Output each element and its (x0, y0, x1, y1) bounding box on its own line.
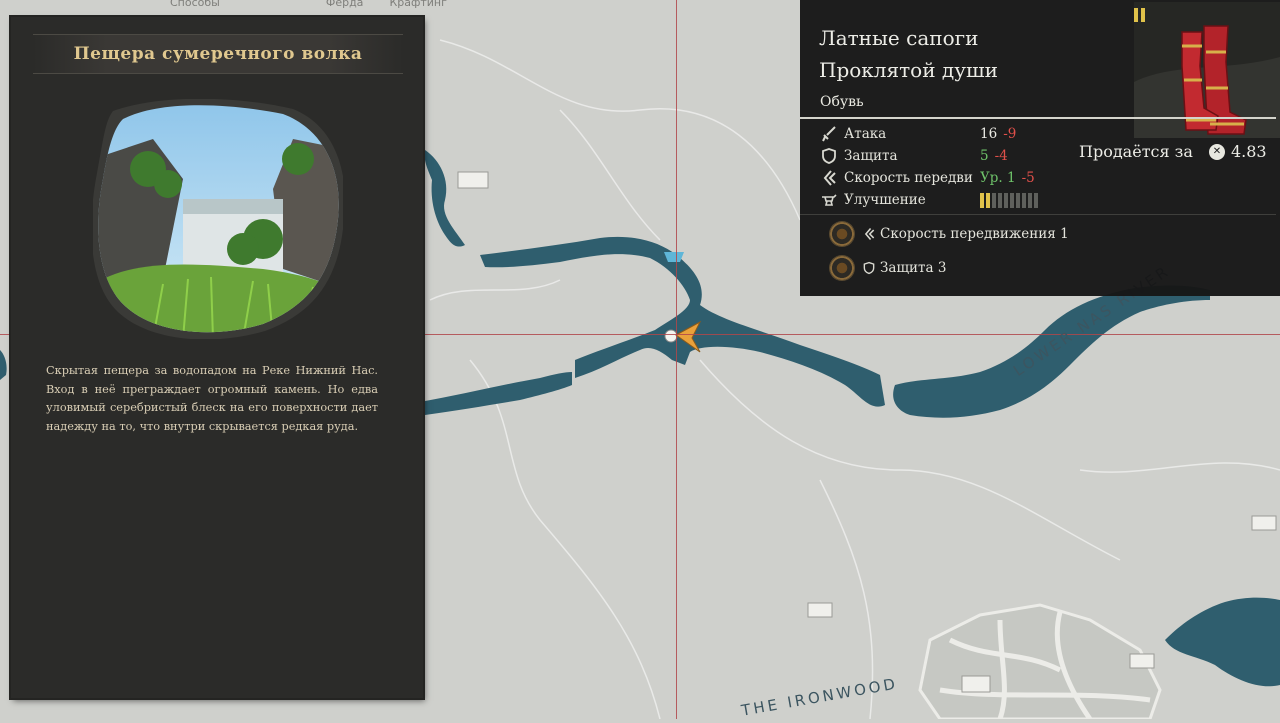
sell-price-value: 4.83 (1230, 142, 1267, 161)
shield-icon (822, 148, 836, 164)
upgrade-segment (1004, 192, 1008, 208)
item-category: Обувь (820, 94, 864, 110)
stat-row-upgrade: Улучшение (820, 190, 1038, 210)
coin-icon: ✕ (1208, 143, 1225, 160)
upgrade-segment (1028, 192, 1032, 208)
stat-delta: -4 (994, 148, 1008, 164)
location-info-panel: Пещера сумеречного волка Скрытая пещера … (11, 17, 423, 698)
stat-value: 5 (980, 148, 989, 164)
location-title-bar: Пещера сумеречного волка (33, 34, 403, 74)
upgrade-segment (1010, 192, 1014, 208)
stat-row-speed: Скорость передви Ур. 1 -5 (820, 168, 1035, 188)
boot-speed-icon (864, 228, 875, 240)
pause-icon[interactable] (1133, 7, 1147, 23)
crosshair-vertical (676, 0, 677, 719)
item-name-line2: Проклятой души (819, 58, 998, 82)
sell-label: Продаётся за (1079, 142, 1193, 161)
stat-delta: -9 (1003, 126, 1017, 142)
upgrade-segment (998, 192, 1002, 208)
item-name-line1: Латные сапоги (819, 26, 979, 50)
item-name: Латные сапоги Проклятой души (819, 22, 1139, 86)
upgrade-level-bar (980, 192, 1038, 208)
top-nav-item[interactable]: Ферда (326, 0, 364, 9)
location-description: Скрытая пещера за водопадом на Реке Нижн… (46, 364, 378, 433)
stat-label: Защита (844, 148, 898, 164)
perk-badge-icon (830, 256, 854, 280)
sword-icon (822, 126, 836, 142)
location-title: Пещера сумеречного волка (73, 44, 363, 64)
perk-badge-icon (830, 222, 854, 246)
perk-defense[interactable]: Защита 3 (830, 256, 946, 280)
item-tooltip-card: Латные сапоги Проклятой души Обувь Атака… (800, 0, 1280, 296)
location-image (93, 99, 343, 339)
top-nav: Способы Ферда Крафтинг (170, 0, 447, 9)
upgrade-segment (1016, 192, 1020, 208)
stat-value: Ур. 1 (980, 170, 1016, 186)
upgrade-segment (1034, 192, 1038, 208)
perk-label: Защита 3 (880, 260, 947, 276)
stat-label: Атака (844, 126, 887, 142)
divider (800, 117, 1276, 119)
divider (800, 214, 1276, 215)
anvil-icon (822, 194, 837, 206)
perk-label: Скорость передвижения 1 (880, 226, 1069, 242)
stat-delta: -5 (1021, 170, 1035, 186)
stat-value: 16 (980, 126, 998, 142)
upgrade-segment (992, 192, 996, 208)
stat-label: Улучшение (844, 192, 926, 208)
upgrade-segment (980, 192, 984, 208)
perk-speed[interactable]: Скорость передвижения 1 (830, 222, 1069, 246)
upgrade-segment (986, 192, 990, 208)
top-nav-item[interactable]: Способы (170, 0, 220, 9)
stat-row-defense: Защита 5 -4 (820, 146, 1008, 166)
sell-price: Продаётся за ✕ 4.83 (1079, 142, 1267, 161)
stat-label: Скорость передви (844, 170, 973, 186)
stat-row-attack: Атака 16 -9 (820, 124, 1016, 144)
boot-speed-icon (823, 170, 836, 186)
top-nav-item[interactable]: Крафтинг (389, 0, 446, 9)
shield-icon (863, 261, 875, 275)
upgrade-segment (1022, 192, 1026, 208)
